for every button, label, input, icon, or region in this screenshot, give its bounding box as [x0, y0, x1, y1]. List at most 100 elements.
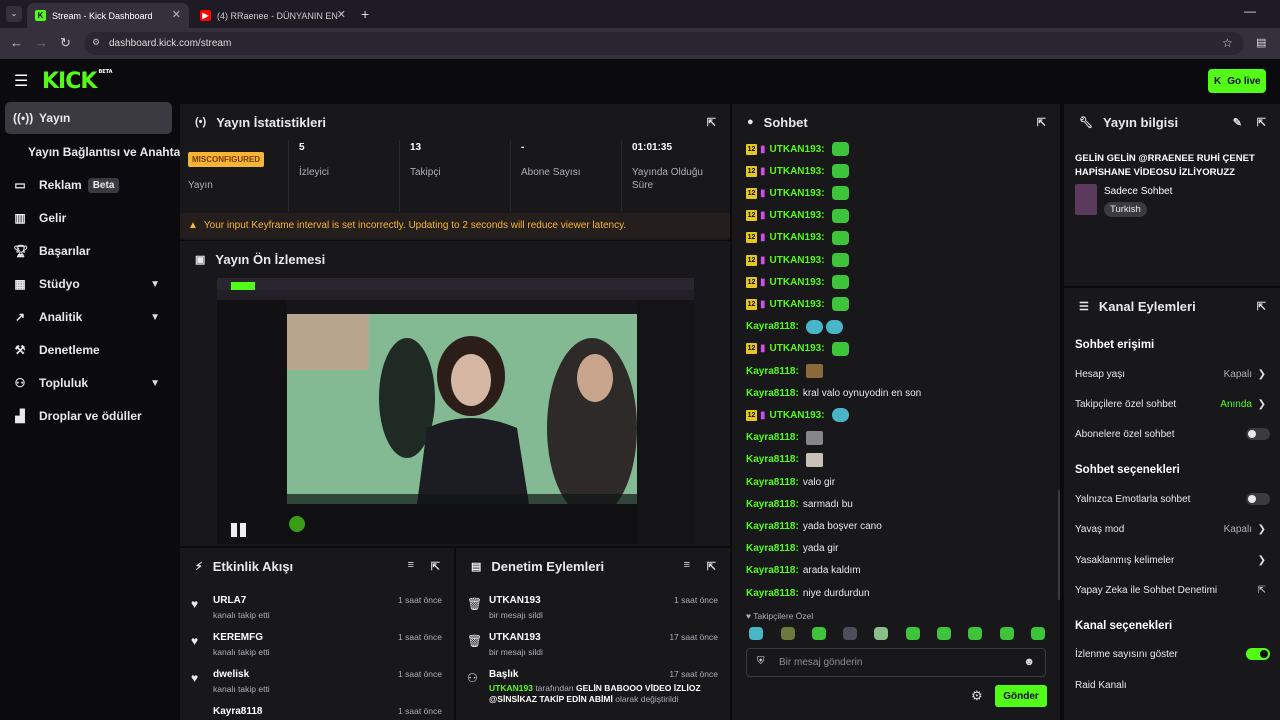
chat-username[interactable]: UTKAN193:: [770, 144, 825, 155]
sidebar-item-basarilar[interactable]: 🏆︎ Başarılar: [5, 235, 172, 267]
chat-username[interactable]: Kayra8118:: [746, 521, 799, 532]
chat-message[interactable]: 12 ▮ UTKAN193:: [746, 184, 849, 202]
filter-icon[interactable]: ≡: [408, 559, 414, 571]
sidebar-item-stream-key[interactable]: Yayın Bağlantısı ve Anahtarı: [5, 136, 188, 168]
toggle-switch[interactable]: [1246, 493, 1270, 505]
reading-list-icon[interactable]: ▤: [1256, 36, 1266, 49]
chat-username[interactable]: UTKAN193:: [770, 166, 825, 177]
chat-username[interactable]: UTKAN193:: [770, 188, 825, 199]
option-account-age[interactable]: Hesap yaşı Kapalı ❯: [1075, 366, 1270, 382]
option-slow-mode[interactable]: Yavaş mod Kapalı ❯: [1075, 521, 1270, 537]
chat-username[interactable]: Kayra8118:: [746, 388, 799, 399]
chat-message[interactable]: Kayra8118:: [746, 362, 823, 380]
sidebar-item-droplar[interactable]: ▟ Droplar ve ödüller: [5, 400, 172, 432]
option-banned-words[interactable]: Yasaklanmış kelimeler ❯: [1075, 552, 1270, 568]
chat-message[interactable]: Kayra8118:: [746, 318, 843, 336]
browser-tab-active[interactable]: K Stream - Kick Dashboard ✕: [27, 3, 189, 28]
option-raid-channel[interactable]: Raid Kanalı: [1075, 677, 1270, 693]
chat-username[interactable]: UTKAN193:: [770, 410, 825, 421]
popout-icon[interactable]: ⇱: [707, 560, 716, 573]
toggle-switch[interactable]: [1246, 428, 1270, 440]
chat-username[interactable]: Kayra8118:: [746, 366, 799, 377]
emote-quick[interactable]: [874, 627, 888, 640]
chat-username[interactable]: Kayra8118:: [746, 454, 799, 465]
option-followers-only[interactable]: Takipçilere özel sohbet Anında ❯: [1075, 396, 1270, 412]
chat-username[interactable]: UTKAN193:: [770, 210, 825, 221]
url-field[interactable]: ⚙ dashboard.kick.com/stream: [84, 32, 1244, 55]
chat-message[interactable]: 12 ▮ UTKAN193:: [746, 406, 849, 424]
option-show-viewer-count[interactable]: İzlenme sayısını göster: [1075, 646, 1270, 662]
chat-message[interactable]: 12 ▮ UTKAN193:: [746, 162, 849, 180]
emote-quick[interactable]: [1031, 627, 1045, 640]
popout-icon[interactable]: ⇱: [1257, 300, 1266, 313]
sidebar-item-yayin[interactable]: ((•)) Yayın: [5, 102, 172, 134]
popout-icon[interactable]: ⇱: [707, 116, 716, 129]
sidebar-item-topluluk[interactable]: ⚇ Topluluk ▼: [5, 367, 172, 399]
tab-list-chevron-icon[interactable]: ⌄: [6, 6, 22, 22]
back-arrow-icon[interactable]: ←: [10, 35, 23, 50]
chat-message[interactable]: Kayra8118: yada boşver cano: [746, 517, 882, 535]
browser-tab-youtube[interactable]: ▶ (4) RRaenee - DÜNYANIN EN Y… ✕: [192, 3, 354, 28]
chat-message[interactable]: Kayra8118: sarmadı bu: [746, 495, 853, 513]
emote-quick[interactable]: [937, 627, 951, 640]
chat-scrollbar[interactable]: [1058, 490, 1060, 600]
chat-message[interactable]: 12 ▮ UTKAN193:: [746, 140, 849, 158]
close-tab-icon[interactable]: ✕: [337, 8, 346, 21]
close-tab-icon[interactable]: ✕: [172, 8, 181, 21]
reload-icon[interactable]: ↻: [60, 35, 71, 51]
chat-message[interactable]: 12 ▮ UTKAN193:: [746, 207, 849, 225]
chat-message[interactable]: Kayra8118:: [746, 451, 823, 469]
stream-preview-video[interactable]: [217, 278, 694, 544]
chat-message[interactable]: 12 ▮ UTKAN193:: [746, 229, 849, 247]
chat-message[interactable]: Kayra8118: valo gir: [746, 473, 835, 491]
chat-username[interactable]: UTKAN193:: [770, 299, 825, 310]
chat-message[interactable]: 12 ▮ UTKAN193:: [746, 340, 849, 358]
emote-quick[interactable]: [781, 627, 795, 640]
chat-message[interactable]: 12 ▮ UTKAN193:: [746, 295, 849, 313]
popout-icon[interactable]: ⇱: [1037, 116, 1046, 129]
chat-settings-gear-icon[interactable]: ⚙: [971, 688, 983, 704]
hamburger-menu-icon[interactable]: ☰: [14, 71, 28, 91]
emote-quick[interactable]: [968, 627, 982, 640]
chat-username[interactable]: Kayra8118:: [746, 477, 799, 488]
sidebar-item-studyo[interactable]: ▦ Stüdyo ▼: [5, 268, 172, 300]
popout-icon[interactable]: ⇱: [431, 560, 440, 573]
forward-arrow-icon[interactable]: →: [35, 35, 48, 50]
chat-username[interactable]: UTKAN193:: [770, 343, 825, 354]
emote-quick[interactable]: [749, 627, 763, 640]
chat-username[interactable]: UTKAN193:: [770, 232, 825, 243]
popout-icon[interactable]: ⇱: [1257, 116, 1266, 129]
send-button[interactable]: Gönder: [995, 685, 1047, 707]
chat-username[interactable]: Kayra8118:: [746, 499, 799, 510]
chat-message[interactable]: Kayra8118:: [746, 429, 823, 447]
emote-quick[interactable]: [812, 627, 826, 640]
chat-username[interactable]: Kayra8118:: [746, 588, 799, 599]
sidebar-item-gelir[interactable]: ▥ Gelir: [5, 202, 172, 234]
new-tab-plus-icon[interactable]: +: [361, 6, 369, 22]
kick-logo[interactable]: KICK BETA: [42, 69, 113, 94]
chat-message-input[interactable]: ⛨ Bir mesaj gönderin ☻: [746, 648, 1046, 677]
chat-username[interactable]: Kayra8118:: [746, 432, 799, 443]
option-subscribers-only[interactable]: Abonelere özel sohbet: [1075, 426, 1270, 442]
chat-username[interactable]: Kayra8118:: [746, 543, 799, 554]
chat-message[interactable]: 12 ▮ UTKAN193:: [746, 251, 849, 269]
chat-message[interactable]: Kayra8118: niye durdurdun: [746, 584, 870, 602]
sidebar-item-reklam[interactable]: ▭ Reklam Beta: [5, 169, 172, 201]
chat-message[interactable]: Kayra8118: arada kaldım: [746, 562, 861, 580]
chat-username[interactable]: Kayra8118:: [746, 321, 799, 332]
language-tag[interactable]: Turkish: [1104, 202, 1147, 217]
minimize-window-icon[interactable]: —: [1244, 4, 1256, 18]
chat-username[interactable]: UTKAN193:: [770, 277, 825, 288]
emote-quick[interactable]: [1000, 627, 1014, 640]
go-live-button[interactable]: K Go live: [1208, 69, 1266, 93]
site-info-icon[interactable]: ⚙: [92, 37, 100, 48]
chat-message[interactable]: Kayra8118: yada gir: [746, 540, 838, 558]
chat-message[interactable]: 12 ▮ UTKAN193:: [746, 273, 849, 291]
chat-username[interactable]: UTKAN193:: [770, 255, 825, 266]
emoji-picker-icon[interactable]: ☻: [1023, 656, 1035, 668]
chat-username[interactable]: Kayra8118:: [746, 565, 799, 576]
edit-pencil-icon[interactable]: ✎: [1233, 116, 1242, 129]
category-name[interactable]: Sadece Sohbet: [1104, 186, 1172, 197]
filter-icon[interactable]: ≡: [684, 559, 690, 571]
chat-message[interactable]: Kayra8118: kral valo oynuyodin en son: [746, 384, 921, 402]
